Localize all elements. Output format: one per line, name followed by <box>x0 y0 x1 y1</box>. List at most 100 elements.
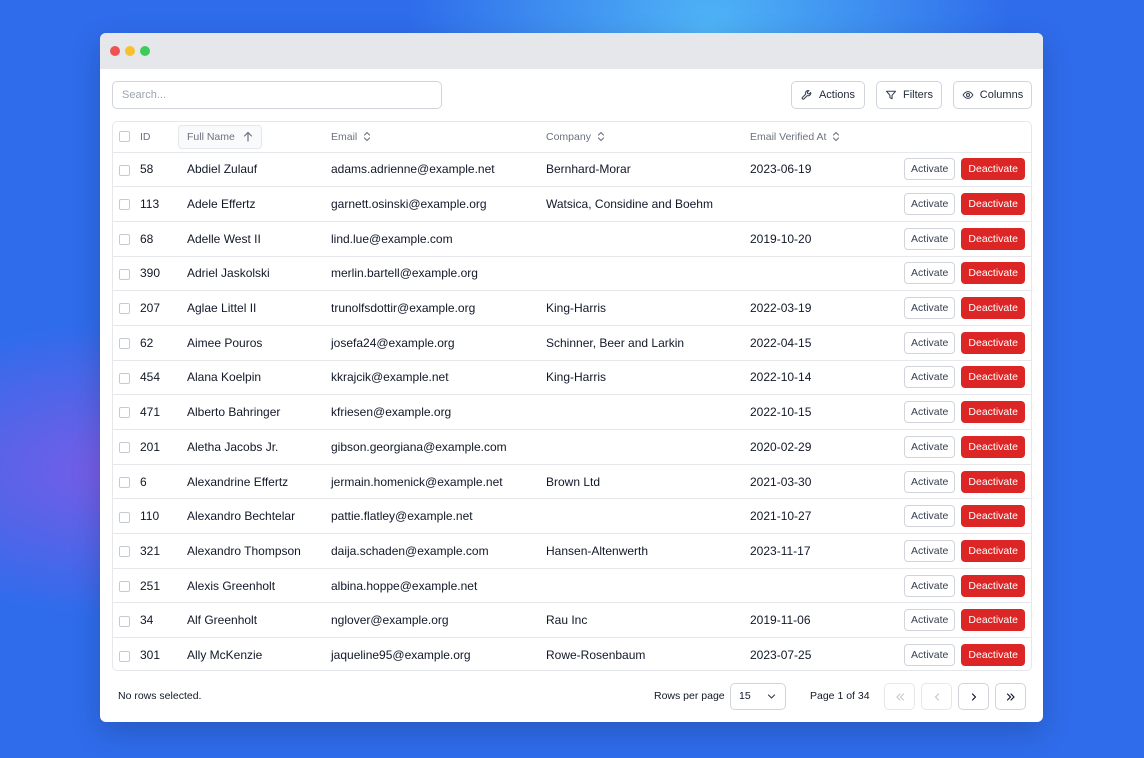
first-page-button[interactable] <box>884 683 915 710</box>
columns-button[interactable]: Columns <box>953 81 1032 109</box>
cell-email-verified-at: 2023-11-17 <box>750 543 811 558</box>
maximize-window-button[interactable] <box>140 46 150 56</box>
deactivate-button[interactable]: Deactivate <box>961 470 1025 493</box>
row-checkbox[interactable] <box>119 407 130 419</box>
filters-button[interactable]: Filters <box>876 81 942 109</box>
cell-row-actions: Activate Deactivate <box>881 430 1031 465</box>
table-row[interactable]: 207 Aglae Littel II trunolfsdottir@example… <box>113 290 1031 326</box>
deactivate-button[interactable]: Deactivate <box>961 401 1025 424</box>
row-checkbox[interactable] <box>119 199 130 211</box>
row-checkbox[interactable] <box>119 615 130 627</box>
cell-email: kkrajcik@example.net <box>331 370 449 385</box>
cell-full-name: Alana Koelpin <box>187 370 262 385</box>
deactivate-button[interactable]: Deactivate <box>961 366 1025 389</box>
cell-id: 301 <box>140 648 161 663</box>
chevron-right-icon <box>971 692 976 701</box>
cell-company <box>537 568 741 603</box>
cell-company <box>537 430 741 465</box>
activate-button[interactable]: Activate <box>904 539 956 562</box>
table-row[interactable]: 301 Ally McKenzie jaqueline95@example.org R… <box>113 637 1031 670</box>
rows-per-page-select[interactable]: 15 <box>730 683 786 710</box>
activate-button[interactable]: Activate <box>904 401 956 424</box>
cell-full-name: Abdiel Zulauf <box>187 162 258 177</box>
activate-button[interactable]: Activate <box>904 331 956 354</box>
row-checkbox[interactable] <box>119 546 130 558</box>
deactivate-button[interactable]: Deactivate <box>961 227 1025 250</box>
row-checkbox[interactable] <box>119 338 130 350</box>
data-table: ID Full Name Email Company Email Verifie… <box>112 121 1032 671</box>
row-checkbox[interactable] <box>119 303 130 315</box>
table-row[interactable]: 471 Alberto Bahringer kfriesen@example.org… <box>113 394 1031 430</box>
table-row[interactable]: 58 Abdiel Zulauf adams.adrienne@example.ne… <box>113 152 1031 187</box>
table-row[interactable]: 110 Alexandro Bechtelar pattie.flatley@exa… <box>113 498 1031 534</box>
table-footer: No rows selected. Rows per page 15 Page … <box>118 683 1031 710</box>
minimize-window-button[interactable] <box>125 46 135 56</box>
search-input[interactable] <box>112 81 442 109</box>
header-full-name-sort-button[interactable]: Full Name <box>178 124 262 149</box>
deactivate-button[interactable]: Deactivate <box>961 435 1025 458</box>
deactivate-button[interactable]: Deactivate <box>961 297 1025 320</box>
deactivate-button[interactable]: Deactivate <box>961 331 1025 354</box>
table-row[interactable]: 6 Alexandrine Effertz jermain.homenick@exa… <box>113 464 1031 499</box>
activate-button[interactable]: Activate <box>904 366 956 389</box>
table-row[interactable]: 454 Alana Koelpin kkrajcik@example.net King… <box>113 360 1031 395</box>
previous-page-button[interactable] <box>921 683 952 710</box>
row-checkbox[interactable] <box>119 580 130 592</box>
table-row[interactable]: 390 Adriel Jaskolski merlin.bartell@exampl… <box>113 256 1031 291</box>
deactivate-button[interactable]: Deactivate <box>961 158 1025 181</box>
cell-id: 471 <box>140 405 161 420</box>
activate-button[interactable]: Activate <box>904 158 956 181</box>
row-checkbox[interactable] <box>119 268 130 280</box>
deactivate-button[interactable]: Deactivate <box>961 539 1025 562</box>
deactivate-button[interactable]: Deactivate <box>961 193 1025 216</box>
activate-button[interactable]: Activate <box>904 227 956 250</box>
activate-button[interactable]: Activate <box>904 574 956 597</box>
row-checkbox[interactable] <box>119 442 130 454</box>
row-checkbox[interactable] <box>119 511 130 523</box>
activate-button[interactable]: Activate <box>904 193 956 216</box>
cell-email: adams.adrienne@example.net <box>331 162 495 177</box>
cell-full-name: Adelle West II <box>187 231 261 246</box>
row-checkbox[interactable] <box>119 476 130 488</box>
activate-button[interactable]: Activate <box>904 505 956 528</box>
cell-email-verified-at <box>741 568 881 603</box>
table-row[interactable]: 321 Alexandro Thompson daija.schaden@examp… <box>113 533 1031 569</box>
header-email-sort-button[interactable]: Email <box>331 131 371 143</box>
activate-button[interactable]: Activate <box>904 644 956 667</box>
cell-row-actions: Activate Deactivate <box>881 568 1031 603</box>
close-window-button[interactable] <box>110 46 120 56</box>
table-row[interactable]: 113 Adele Effertz garnett.osinski@example.… <box>113 186 1031 222</box>
last-page-button[interactable] <box>995 683 1026 710</box>
table-row[interactable]: 68 Adelle West II lind.lue@example.com 2019… <box>113 221 1031 256</box>
activate-button[interactable]: Activate <box>904 609 956 632</box>
activate-button[interactable]: Activate <box>904 297 956 320</box>
cell-full-name: Aletha Jacobs Jr. <box>187 439 279 454</box>
cell-email-verified-at: 2019-10-20 <box>750 231 812 246</box>
row-checkbox[interactable] <box>119 234 130 246</box>
actions-button[interactable]: Actions <box>791 81 865 109</box>
cell-company: Brown Ltd <box>546 474 601 489</box>
next-page-button[interactable] <box>958 683 989 710</box>
table-row[interactable]: 201 Aletha Jacobs Jr. gibson.georgiana@exa… <box>113 429 1031 465</box>
table-row[interactable]: 251 Alexis Greenholt albina.hoppe@example.… <box>113 568 1031 603</box>
activate-button[interactable]: Activate <box>904 435 956 458</box>
cell-company: Watsica, Considine and Boehm <box>546 197 713 212</box>
table-row[interactable]: 62 Aimee Pouros josefa24@example.org Schinn… <box>113 325 1031 360</box>
deactivate-button[interactable]: Deactivate <box>961 574 1025 597</box>
header-email-verified-sort-button[interactable]: Email Verified At <box>750 131 840 143</box>
row-checkbox[interactable] <box>119 650 130 662</box>
deactivate-button[interactable]: Deactivate <box>961 505 1025 528</box>
header-company-sort-button[interactable]: Company <box>546 131 605 143</box>
deactivate-button[interactable]: Deactivate <box>961 262 1025 285</box>
activate-button[interactable]: Activate <box>904 470 956 493</box>
table-row[interactable]: 34 Alf Greenholt nglover@example.org Rau In… <box>113 602 1031 638</box>
row-checkbox[interactable] <box>119 164 130 176</box>
cell-email: lind.lue@example.com <box>331 231 453 246</box>
activate-button[interactable]: Activate <box>904 262 956 285</box>
row-checkbox[interactable] <box>119 372 130 384</box>
deactivate-button[interactable]: Deactivate <box>961 609 1025 632</box>
cell-email-verified-at: 2023-06-19 <box>750 162 812 177</box>
select-all-checkbox[interactable] <box>119 131 130 143</box>
cell-email-verified-at: 2022-10-15 <box>750 405 812 420</box>
deactivate-button[interactable]: Deactivate <box>961 644 1025 667</box>
